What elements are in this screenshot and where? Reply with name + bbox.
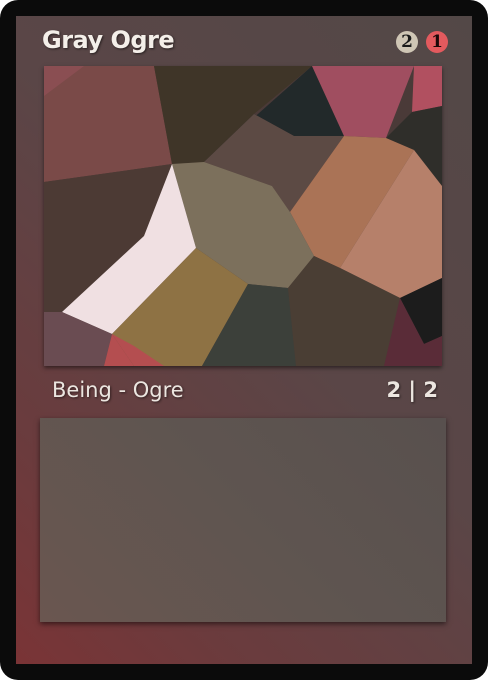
rules-text-box	[40, 418, 446, 622]
power-toughness: 2 | 2	[386, 378, 438, 402]
card-art	[44, 66, 442, 366]
card-name: Gray Ogre	[42, 26, 175, 54]
type-line: Being - Ogre	[52, 378, 184, 402]
mana-red-symbol: 1	[426, 31, 448, 53]
mana-generic-symbol: 2	[396, 31, 418, 53]
